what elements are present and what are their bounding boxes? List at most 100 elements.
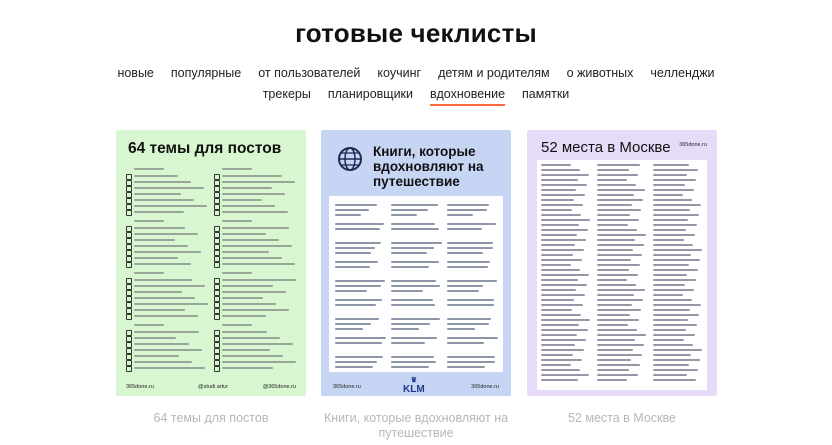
preview-text-line (597, 254, 642, 256)
page-title: готовые чеклисты (295, 18, 537, 48)
preview-text-line (597, 269, 629, 271)
preview-text-line (222, 175, 282, 177)
card-caption-moscow[interactable]: 52 места в Москве (527, 411, 717, 426)
category-inspiration[interactable]: вдохновение (430, 87, 506, 106)
category-planners[interactable]: планировщики (328, 87, 413, 106)
preview-text-line (222, 257, 282, 259)
preview-text-line (653, 369, 698, 371)
preview-text-line (541, 359, 582, 361)
preview-text-line (653, 199, 692, 201)
preview-text-line (653, 169, 698, 171)
preview-text-line (222, 337, 280, 339)
preview-text-line (222, 343, 293, 345)
category-kids-parents[interactable]: детям и родителям (438, 66, 550, 83)
card-caption-books[interactable]: Книги, которые вдохновляют на путешестви… (321, 411, 511, 441)
preview-text-line (222, 181, 295, 183)
card-preview-title: Книги, которые вдохновляют на путешестви… (373, 144, 484, 189)
preview-text-line (541, 214, 581, 216)
preview-text-line (597, 224, 628, 226)
preview-text-line (653, 254, 691, 256)
preview-text-line (541, 339, 586, 341)
preview-text-line (134, 233, 198, 235)
preview-text-line (335, 361, 377, 363)
preview-text-line (653, 194, 683, 196)
preview-text-line (541, 334, 577, 336)
preview-text-line (222, 303, 276, 305)
preview-text-line (541, 264, 571, 266)
category-challenges[interactable]: челленджи (650, 66, 714, 83)
preview-text-line (134, 272, 164, 274)
preview-checkbox (214, 366, 220, 372)
preview-text-line (447, 280, 497, 282)
preview-text-line (222, 193, 285, 195)
category-from-users[interactable]: от пользователей (258, 66, 360, 83)
preview-text-line (653, 234, 695, 236)
preview-text-line (134, 343, 189, 345)
preview-text-line (391, 223, 435, 225)
preview-text-line (447, 214, 473, 216)
card-footer-mid: @studi.artur (198, 384, 229, 390)
preview-text-line (134, 337, 176, 339)
preview-text-line (335, 337, 386, 339)
preview-text-line (222, 315, 266, 317)
preview-text-line (541, 329, 588, 331)
preview-text-line (653, 379, 696, 381)
checklist-card-moscow[interactable]: 52 места в Москве 365done.ru (527, 130, 717, 396)
preview-text-line (335, 266, 370, 268)
card-preview-title: 52 места в Москве (541, 139, 671, 156)
preview-text-line (391, 261, 439, 263)
card-footer-left: 365done.ru (333, 384, 361, 390)
category-new[interactable]: новые (117, 66, 153, 83)
preview-text-line (222, 367, 273, 369)
preview-text-line (597, 219, 639, 221)
preview-text-line (447, 209, 487, 211)
category-animals[interactable]: о животных (567, 66, 634, 83)
preview-text-line (653, 189, 694, 191)
preview-text-line (134, 367, 205, 369)
preview-text-line (222, 227, 289, 229)
checklist-card-books[interactable]: Книги, которые вдохновляют на путешестви… (321, 130, 511, 396)
preview-text-line (653, 289, 694, 291)
preview-text-line (653, 164, 689, 166)
category-trackers[interactable]: трекеры (263, 87, 311, 106)
preview-text-line (335, 290, 367, 292)
preview-text-line (653, 329, 686, 331)
preview-text-line (391, 252, 427, 254)
category-popular[interactable]: популярные (171, 66, 241, 83)
preview-text-line (222, 331, 267, 333)
card-caption-posts[interactable]: 64 темы для постов (116, 411, 306, 426)
preview-text-line (541, 269, 580, 271)
preview-text-line (391, 228, 439, 230)
preview-text-line (447, 361, 495, 363)
preview-text-line (541, 219, 590, 221)
preview-text-line (653, 259, 700, 261)
preview-text-line (541, 239, 586, 241)
preview-text-line (597, 339, 635, 341)
category-reminders[interactable]: памятки (522, 87, 569, 106)
preview-text-line (653, 179, 696, 181)
preview-text-line (653, 314, 699, 316)
preview-text-line (541, 204, 583, 206)
preview-text-line (597, 374, 638, 376)
preview-text-line (447, 223, 496, 225)
preview-text-line (541, 184, 587, 186)
preview-text-line (134, 331, 199, 333)
preview-text-line (653, 224, 697, 226)
preview-text-line (134, 175, 178, 177)
preview-text-line (134, 361, 192, 363)
preview-text-line (653, 249, 702, 251)
preview-text-line (653, 324, 697, 326)
preview-text-line (447, 290, 479, 292)
preview-text-line (597, 344, 644, 346)
preview-text-line (653, 204, 701, 206)
preview-text-line (597, 369, 629, 371)
preview-text-line (597, 169, 629, 171)
preview-text-line (134, 220, 164, 222)
preview-text-line (391, 318, 440, 320)
category-coaching[interactable]: коучинг (377, 66, 421, 83)
preview-text-line (541, 244, 575, 246)
preview-text-line (335, 366, 373, 368)
checklist-card-posts[interactable]: 64 темы для постов 365done.ru @studi.art… (116, 130, 306, 396)
preview-text-line (447, 323, 489, 325)
preview-text-line (597, 244, 644, 246)
